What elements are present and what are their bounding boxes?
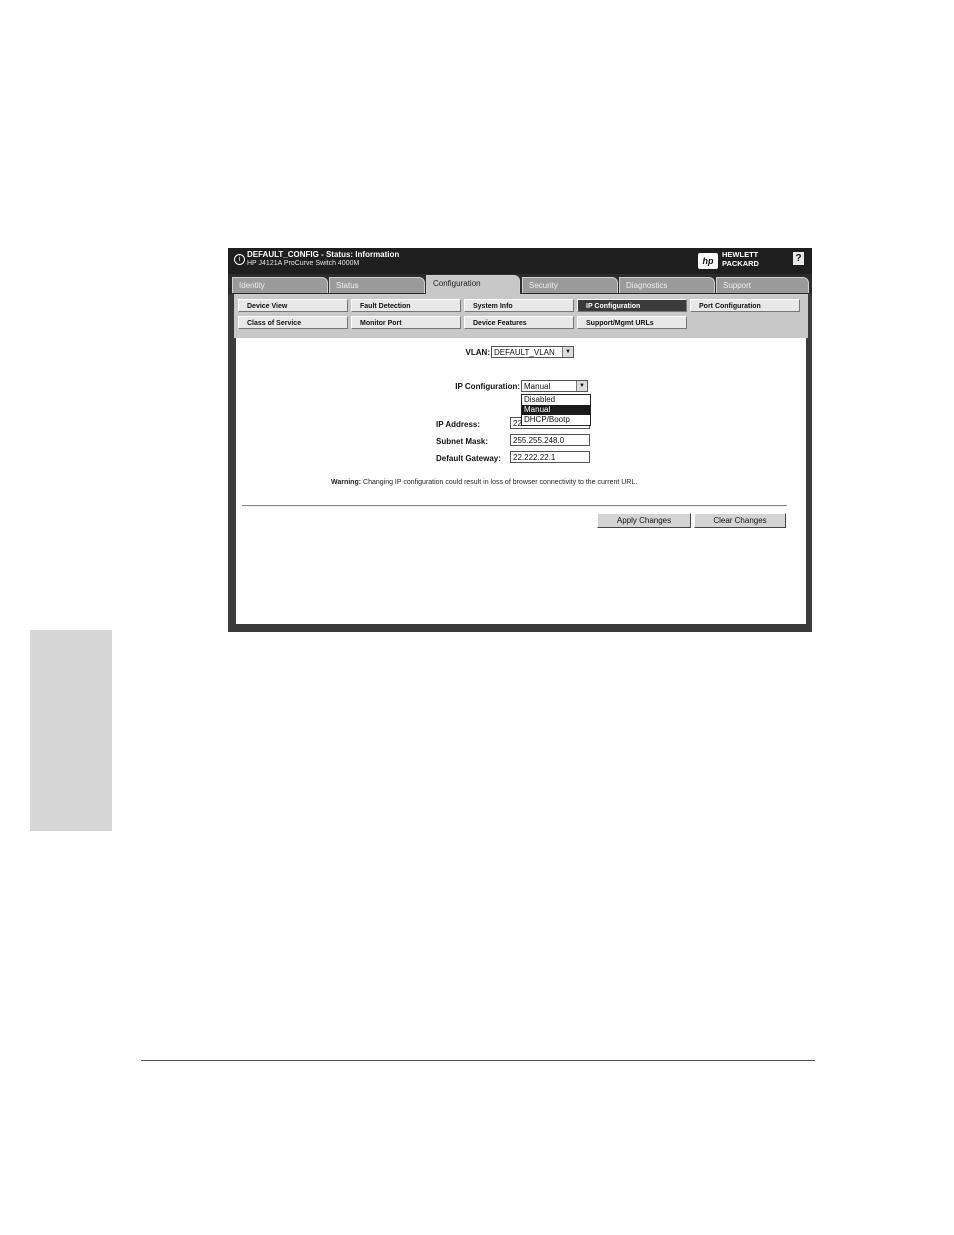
subnav-support-mgmt-urls[interactable]: Support/Mgmt URLs (577, 316, 687, 329)
vlan-label: VLAN: (465, 348, 490, 357)
browser-window: i DEFAULT_CONFIG - Status: Information H… (228, 248, 812, 632)
config-status-title: DEFAULT_CONFIG - Status: Information (247, 250, 400, 259)
config-subnav: Device View Fault Detection System Info … (234, 294, 808, 338)
ip-address-label: IP Address: (436, 420, 481, 429)
default-gateway-label: Default Gateway: (436, 454, 501, 463)
option-dhcp-bootp[interactable]: DHCP/Bootp (522, 415, 590, 425)
warning-prefix: Warning: (331, 479, 362, 486)
chevron-down-icon: ▼ (562, 347, 573, 357)
info-icon: i (234, 254, 245, 265)
vlan-select-value: DEFAULT_VLAN (494, 348, 555, 357)
subnav-port-configuration[interactable]: Port Configuration (690, 299, 800, 312)
subnav-class-of-service[interactable]: Class of Service (238, 316, 348, 329)
subnav-monitor-port[interactable]: Monitor Port (351, 316, 461, 329)
clear-changes-button[interactable]: Clear Changes (694, 513, 786, 528)
subnav-device-features[interactable]: Device Features (464, 316, 574, 329)
subnet-mask-label: Subnet Mask: (436, 437, 489, 446)
option-manual[interactable]: Manual (522, 405, 590, 415)
subnav-ip-configuration[interactable]: IP Configuration (577, 299, 687, 312)
ip-configuration-select-value: Manual (524, 382, 551, 391)
brand-line2: PACKARD (722, 259, 759, 268)
tab-configuration[interactable]: Configuration (426, 275, 520, 294)
tab-status[interactable]: Status (329, 277, 425, 293)
ip-config-panel: VLAN: DEFAULT_VLAN ▼ IP Configuration: M… (236, 338, 806, 624)
brand-name: HEWLETT PACKARD (722, 250, 759, 268)
vlan-select[interactable]: DEFAULT_VLAN ▼ (491, 346, 574, 358)
hp-logo-icon: hp (698, 253, 718, 269)
subnet-mask-input[interactable]: 255.255.248.0 (510, 434, 590, 446)
ip-configuration-label: IP Configuration: (455, 382, 520, 391)
divider (242, 505, 787, 507)
subnav-device-view[interactable]: Device View (238, 299, 348, 312)
help-button[interactable]: ? (793, 252, 804, 265)
subnav-fault-detection[interactable]: Fault Detection (351, 299, 461, 312)
brand-line1: HEWLETT (722, 250, 759, 259)
option-disabled[interactable]: Disabled (522, 395, 590, 405)
apply-changes-button[interactable]: Apply Changes (597, 513, 691, 528)
tab-identity[interactable]: Identity (232, 277, 328, 293)
tab-security[interactable]: Security (522, 277, 618, 293)
warning-text: Changing IP configuration could result i… (361, 479, 638, 486)
ip-configuration-dropdown-list: Disabled Manual DHCP/Bootp (521, 394, 591, 426)
subnav-system-info[interactable]: System Info (464, 299, 574, 312)
warning-message: Warning: Changing IP configuration could… (331, 479, 637, 486)
default-gateway-input[interactable]: 22.222.22.1 (510, 451, 590, 463)
main-tab-strip: Identity Status Configuration Security D… (228, 274, 812, 294)
chapter-side-tab (30, 630, 112, 831)
ip-configuration-select[interactable]: Manual ▼ (521, 380, 588, 392)
title-bar: i DEFAULT_CONFIG - Status: Information H… (228, 248, 812, 274)
footer-rule (141, 1060, 815, 1061)
tab-support[interactable]: Support (716, 277, 809, 293)
chevron-down-icon: ▼ (576, 381, 587, 391)
tab-diagnostics[interactable]: Diagnostics (619, 277, 715, 293)
device-model-label: HP J4121A ProCurve Switch 4000M (247, 260, 360, 267)
